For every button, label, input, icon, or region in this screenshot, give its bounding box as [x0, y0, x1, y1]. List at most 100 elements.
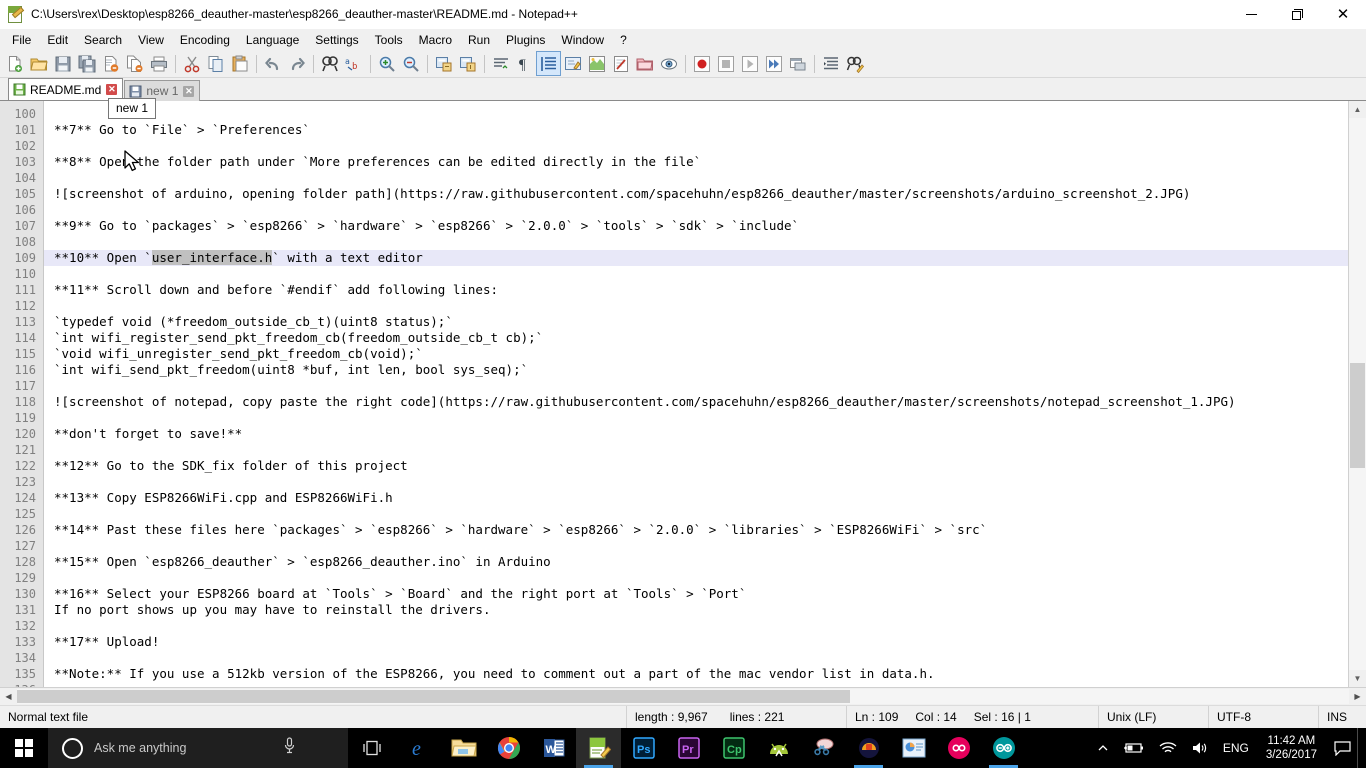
language-indicator[interactable]: ENG	[1216, 728, 1256, 768]
taskbar-android-studio-icon[interactable]	[756, 728, 801, 768]
open-file-icon[interactable]	[27, 52, 50, 75]
code-line[interactable]: **11** Scroll down and before `#endif` a…	[44, 282, 1348, 298]
code-line[interactable]	[44, 650, 1348, 666]
code-line[interactable]	[44, 618, 1348, 634]
taskbar-powerpoint-icon[interactable]	[891, 728, 936, 768]
menu-item-tools[interactable]: Tools	[367, 31, 411, 49]
vertical-scroll-track[interactable]	[1349, 118, 1366, 670]
scroll-left-button[interactable]: ◀	[0, 688, 17, 705]
find-in-files-icon[interactable]	[843, 52, 866, 75]
horizontal-scroll-thumb[interactable]	[17, 690, 850, 703]
code-line[interactable]	[44, 538, 1348, 554]
code-line[interactable]: **8** Open the folder path under `More p…	[44, 154, 1348, 170]
code-line[interactable]	[44, 474, 1348, 490]
code-line[interactable]	[44, 378, 1348, 394]
minimize-button[interactable]	[1228, 0, 1274, 28]
code-line[interactable]	[44, 298, 1348, 314]
editor-main[interactable]: 1001011021031041051061071081091101111121…	[0, 101, 1348, 687]
undo-icon[interactable]	[261, 52, 284, 75]
code-line[interactable]: **7** Go to `File` > `Preferences`	[44, 122, 1348, 138]
scroll-up-button[interactable]: ▲	[1349, 101, 1366, 118]
maximize-restore-button[interactable]	[1274, 0, 1320, 28]
replace-icon[interactable]: ab	[342, 52, 365, 75]
menu-item-language[interactable]: Language	[238, 31, 307, 49]
tab-close-icon[interactable]: ✕	[183, 86, 194, 97]
word-wrap-icon[interactable]	[489, 52, 512, 75]
code-line[interactable]: `int wifi_register_send_pkt_freedom_cb(f…	[44, 330, 1348, 346]
user-defined-dialog-icon[interactable]	[561, 52, 584, 75]
taskbar-pink-app-icon[interactable]	[936, 728, 981, 768]
menu-item-settings[interactable]: Settings	[307, 31, 366, 49]
action-center-button[interactable]	[1327, 728, 1357, 768]
code-line-current[interactable]: **10** Open `user_interface.h` with a te…	[44, 250, 1348, 266]
code-text-area[interactable]: **7** Go to `File` > `Preferences` **8** …	[44, 101, 1348, 687]
find-icon[interactable]	[318, 52, 341, 75]
show-hidden-icons-chevron[interactable]	[1090, 728, 1116, 768]
code-line[interactable]	[44, 202, 1348, 218]
menu-item-file[interactable]: File	[4, 31, 39, 49]
zoom-in-icon[interactable]	[375, 52, 398, 75]
code-line[interactable]	[44, 570, 1348, 586]
taskbar-snipping-tool-icon[interactable]	[801, 728, 846, 768]
document-map-icon[interactable]	[585, 52, 608, 75]
menu-item-run[interactable]: Run	[460, 31, 498, 49]
menu-item-search[interactable]: Search	[76, 31, 130, 49]
start-button[interactable]	[0, 728, 48, 768]
close-button[interactable]: ✕	[1320, 0, 1366, 28]
task-view-button[interactable]	[348, 728, 396, 768]
folder-workspace-icon[interactable]	[633, 52, 656, 75]
battery-icon[interactable]	[1116, 728, 1152, 768]
cut-icon[interactable]	[180, 52, 203, 75]
code-line[interactable]: **12** Go to the SDK_fix folder of this …	[44, 458, 1348, 474]
stop-macro-icon[interactable]	[714, 52, 737, 75]
taskbar-dark-app-icon[interactable]	[846, 728, 891, 768]
code-line[interactable]: ![screenshot of arduino, opening folder …	[44, 186, 1348, 202]
code-line[interactable]: ![screenshot of notepad, copy paste the …	[44, 394, 1348, 410]
code-line[interactable]: `void wifi_unregister_send_pkt_freedom_c…	[44, 346, 1348, 362]
menu-item-plugins[interactable]: Plugins	[498, 31, 553, 49]
menu-item-window[interactable]: Window	[553, 31, 612, 49]
zoom-out-icon[interactable]	[399, 52, 422, 75]
taskbar-photoshop-icon[interactable]: Ps	[621, 728, 666, 768]
menu-item-view[interactable]: View	[130, 31, 172, 49]
indent-guide-icon[interactable]	[537, 52, 560, 75]
sync-vertical-icon[interactable]	[432, 52, 455, 75]
microphone-icon[interactable]	[283, 737, 296, 759]
horizontal-scrollbar[interactable]: ◀ ▶	[0, 687, 1366, 705]
code-line[interactable]: **13** Copy ESP8266WiFi.cpp and ESP8266W…	[44, 490, 1348, 506]
code-line[interactable]: `typedef void (*freedom_outside_cb_t)(ui…	[44, 314, 1348, 330]
search-box[interactable]: Ask me anything	[48, 728, 348, 768]
code-line[interactable]	[44, 682, 1348, 687]
horizontal-scroll-track[interactable]	[17, 689, 1349, 704]
monitoring-icon[interactable]	[657, 52, 680, 75]
close-all-icon[interactable]	[123, 52, 146, 75]
taskbar-captivate-icon[interactable]: Cp	[711, 728, 756, 768]
new-file-icon[interactable]	[3, 52, 26, 75]
code-line[interactable]	[44, 138, 1348, 154]
taskbar-word-icon[interactable]: W	[531, 728, 576, 768]
save-all-icon[interactable]	[75, 52, 98, 75]
code-line[interactable]: **Note:** If you use a 512kb version of …	[44, 666, 1348, 682]
tab-readme-md[interactable]: README.md ✕	[8, 78, 123, 100]
sync-horizontal-icon[interactable]	[456, 52, 479, 75]
code-line[interactable]: **15** Open `esp8266_deauther` > `esp826…	[44, 554, 1348, 570]
taskbar-premiere-icon[interactable]: Pr	[666, 728, 711, 768]
code-line[interactable]	[44, 410, 1348, 426]
code-line[interactable]: **9** Go to `packages` > `esp8266` > `ha…	[44, 218, 1348, 234]
save-icon[interactable]	[51, 52, 74, 75]
code-line[interactable]: **17** Upload!	[44, 634, 1348, 650]
taskbar-notepad-plus-plus-icon[interactable]	[576, 728, 621, 768]
taskbar-edge-icon[interactable]: e	[396, 728, 441, 768]
scroll-down-button[interactable]: ▼	[1349, 670, 1366, 687]
show-all-chars-icon[interactable]: ¶	[513, 52, 536, 75]
code-line[interactable]	[44, 170, 1348, 186]
clock[interactable]: 11:42 AM 3/26/2017	[1256, 728, 1327, 768]
code-line[interactable]	[44, 234, 1348, 250]
code-line[interactable]: **don't forget to save!**	[44, 426, 1348, 442]
scroll-right-button[interactable]: ▶	[1349, 688, 1366, 705]
code-line[interactable]: `int wifi_send_pkt_freedom(uint8 *buf, i…	[44, 362, 1348, 378]
wifi-icon[interactable]	[1152, 728, 1184, 768]
save-macro-icon[interactable]	[786, 52, 809, 75]
menu-item-encoding[interactable]: Encoding	[172, 31, 238, 49]
speaker-icon[interactable]	[1184, 728, 1216, 768]
